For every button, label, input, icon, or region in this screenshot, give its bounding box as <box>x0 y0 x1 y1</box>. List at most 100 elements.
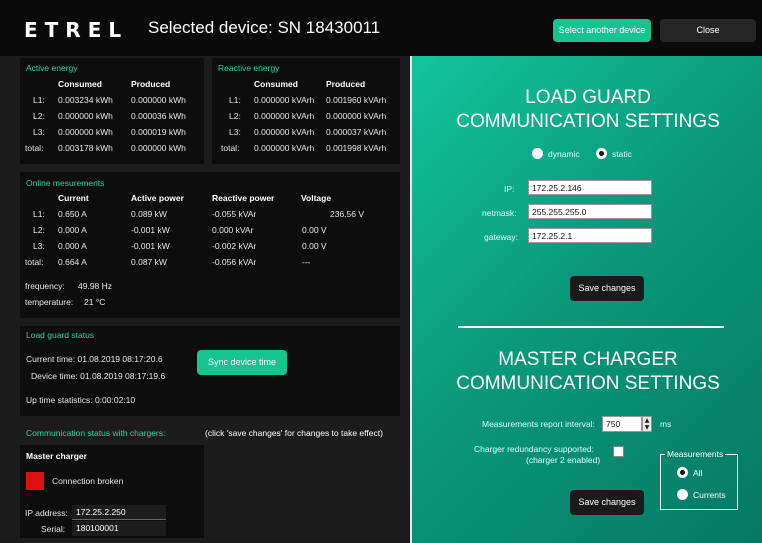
value: --- <box>302 257 311 267</box>
gateway-input[interactable]: 172.25.2.1 <box>528 228 652 243</box>
top-bar: ETREL Selected device: SN 18430011 Selec… <box>0 0 762 56</box>
measurements-currents-label: Currents <box>693 490 726 500</box>
connection-status-indicator <box>26 472 44 490</box>
col-produced: Produced <box>326 79 366 89</box>
value: 0.00 V <box>302 225 327 235</box>
etrel-logo: ETREL <box>24 18 129 42</box>
value: 0.003178 kWh <box>58 143 113 153</box>
online-measurements-panel: Online mesurements Current Active power … <box>20 172 400 318</box>
value: 0.087 kW <box>131 257 167 267</box>
measurements-all-radio[interactable] <box>677 467 688 478</box>
temperature-label: temperature: <box>25 297 74 307</box>
col-current: Current <box>58 193 89 203</box>
redundancy-checkbox[interactable] <box>613 446 624 457</box>
row-label: total: <box>221 143 240 153</box>
value: 0.001998 kVArh <box>326 143 387 153</box>
ip-label: IP: <box>504 184 515 194</box>
select-another-device-button[interactable]: Select another device <box>553 19 651 42</box>
temperature-value: 21 °C <box>84 297 106 307</box>
value: 0.000000 kWh <box>58 127 113 137</box>
master-charger-panel: Master charger Connection broken IP addr… <box>20 445 204 538</box>
value: 0.000000 kWh <box>131 143 186 153</box>
redundancy-label-line2: (charger 2 enabled) <box>526 455 601 465</box>
save-changes-hint: (click 'save changes' for changes to tak… <box>205 428 383 438</box>
serial-label: Serial: <box>41 524 66 534</box>
value: 0.000036 kWh <box>131 111 186 121</box>
frequency-label: frequency: <box>25 281 65 291</box>
lg-settings-title-line1: LOAD GUARD <box>525 87 651 108</box>
measurements-currents-radio[interactable] <box>677 489 688 500</box>
connection-status-text: Connection broken <box>52 476 124 486</box>
row-label: L3: <box>33 241 45 251</box>
mode-static-radio[interactable] <box>596 148 607 159</box>
interval-label: Measurements report interval: <box>482 419 595 429</box>
netmask-input[interactable]: 255.255.255.0 <box>528 204 652 219</box>
current-time: Current time: 01.08.2019 08:17:20.6 <box>26 354 163 364</box>
master-settings-title-line1: MASTER CHARGER <box>498 349 678 370</box>
col-reactive-power: Reactive power <box>212 193 275 203</box>
value: 0.003234 kWh <box>58 95 113 105</box>
col-voltage: Voltage <box>301 193 332 203</box>
interval-input[interactable]: 750 <box>602 416 642 432</box>
value: 0.000 kVAr <box>212 225 254 235</box>
value: 0.000000 kWh <box>58 111 113 121</box>
measurements-all-label: All <box>693 468 703 478</box>
value: 0.001960 kVArh <box>326 95 387 105</box>
value: 0.000 A <box>58 241 87 251</box>
value: 0.000000 kVArh <box>254 127 315 137</box>
master-settings-title-line2: COMMUNICATION SETTINGS <box>456 373 720 394</box>
spinner-down-icon[interactable]: ▼ <box>643 424 651 431</box>
master-charger-title: Master charger <box>26 451 87 461</box>
value: 236.56 V <box>330 209 365 219</box>
value: 0.000000 kVArh <box>254 143 315 153</box>
active-energy-title: Active energy <box>26 63 78 73</box>
row-label: L3: <box>229 127 241 137</box>
interval-spinner[interactable]: ▲ ▼ <box>642 416 652 432</box>
sync-device-time-button[interactable]: Sync device time <box>197 350 287 375</box>
load-guard-status-panel: Load guard status Current time: 01.08.20… <box>20 326 400 416</box>
reactive-energy-title: Reactive energy <box>218 63 280 73</box>
value: 0.000000 kWh <box>131 95 186 105</box>
mode-static-label: static <box>612 149 632 159</box>
value: -0.001 kW <box>131 241 170 251</box>
gateway-label: gateway: <box>484 232 519 242</box>
value: 0.00 V <box>302 241 327 251</box>
value: 0.664 A <box>58 257 87 267</box>
value: 0.000019 kWh <box>131 127 186 137</box>
uptime-statistics: Up time statistics: 0:00:02:10 <box>26 395 136 405</box>
row-label: L2: <box>229 111 241 121</box>
row-label: L1: <box>229 95 241 105</box>
row-label: L3: <box>33 127 45 137</box>
device-time: Device time: 01.08.2019 08:17:19.6 <box>31 371 166 381</box>
col-active-power: Active power <box>131 193 184 203</box>
redundancy-label-line1: Charger redundancy supported: <box>474 444 595 454</box>
netmask-label: netmask: <box>482 208 517 218</box>
value: 0.000000 kVArh <box>254 111 315 121</box>
ip-input[interactable]: 172.25.2.146 <box>528 180 652 195</box>
ip-address-field[interactable]: 172.25.2.250 <box>72 505 166 520</box>
value: -0.001 kW <box>131 225 170 235</box>
close-button[interactable]: Close <box>660 19 756 42</box>
value: 0.000000 kVArh <box>326 111 387 121</box>
settings-pane: LOAD GUARD COMMUNICATION SETTINGS dynami… <box>410 56 762 543</box>
lg-save-changes-button[interactable]: Save changes <box>570 276 644 301</box>
interval-unit: ms <box>660 419 672 429</box>
mode-dynamic-label: dynamic <box>548 149 580 159</box>
col-consumed: Consumed <box>254 79 298 89</box>
col-consumed: Consumed <box>58 79 102 89</box>
mode-dynamic-radio[interactable] <box>532 148 543 159</box>
load-guard-status-title: Load guard status <box>26 330 95 340</box>
col-produced: Produced <box>131 79 171 89</box>
online-measurements-title: Online mesurements <box>26 178 105 188</box>
master-save-changes-button[interactable]: Save changes <box>570 490 644 515</box>
frequency-value: 49.98 Hz <box>78 281 113 291</box>
value: 0.000000 kVArh <box>254 95 315 105</box>
row-label: L2: <box>33 225 45 235</box>
value: 0.650 A <box>58 209 87 219</box>
reactive-energy-panel: Reactive energy Consumed Produced L1: 0.… <box>212 58 400 164</box>
value: 0.000 A <box>58 225 87 235</box>
active-energy-panel: Active energy Consumed Produced L1: 0.00… <box>20 58 204 164</box>
spinner-up-icon[interactable]: ▲ <box>643 417 651 424</box>
row-label: L1: <box>33 209 45 219</box>
lg-settings-title-line2: COMMUNICATION SETTINGS <box>456 111 720 132</box>
